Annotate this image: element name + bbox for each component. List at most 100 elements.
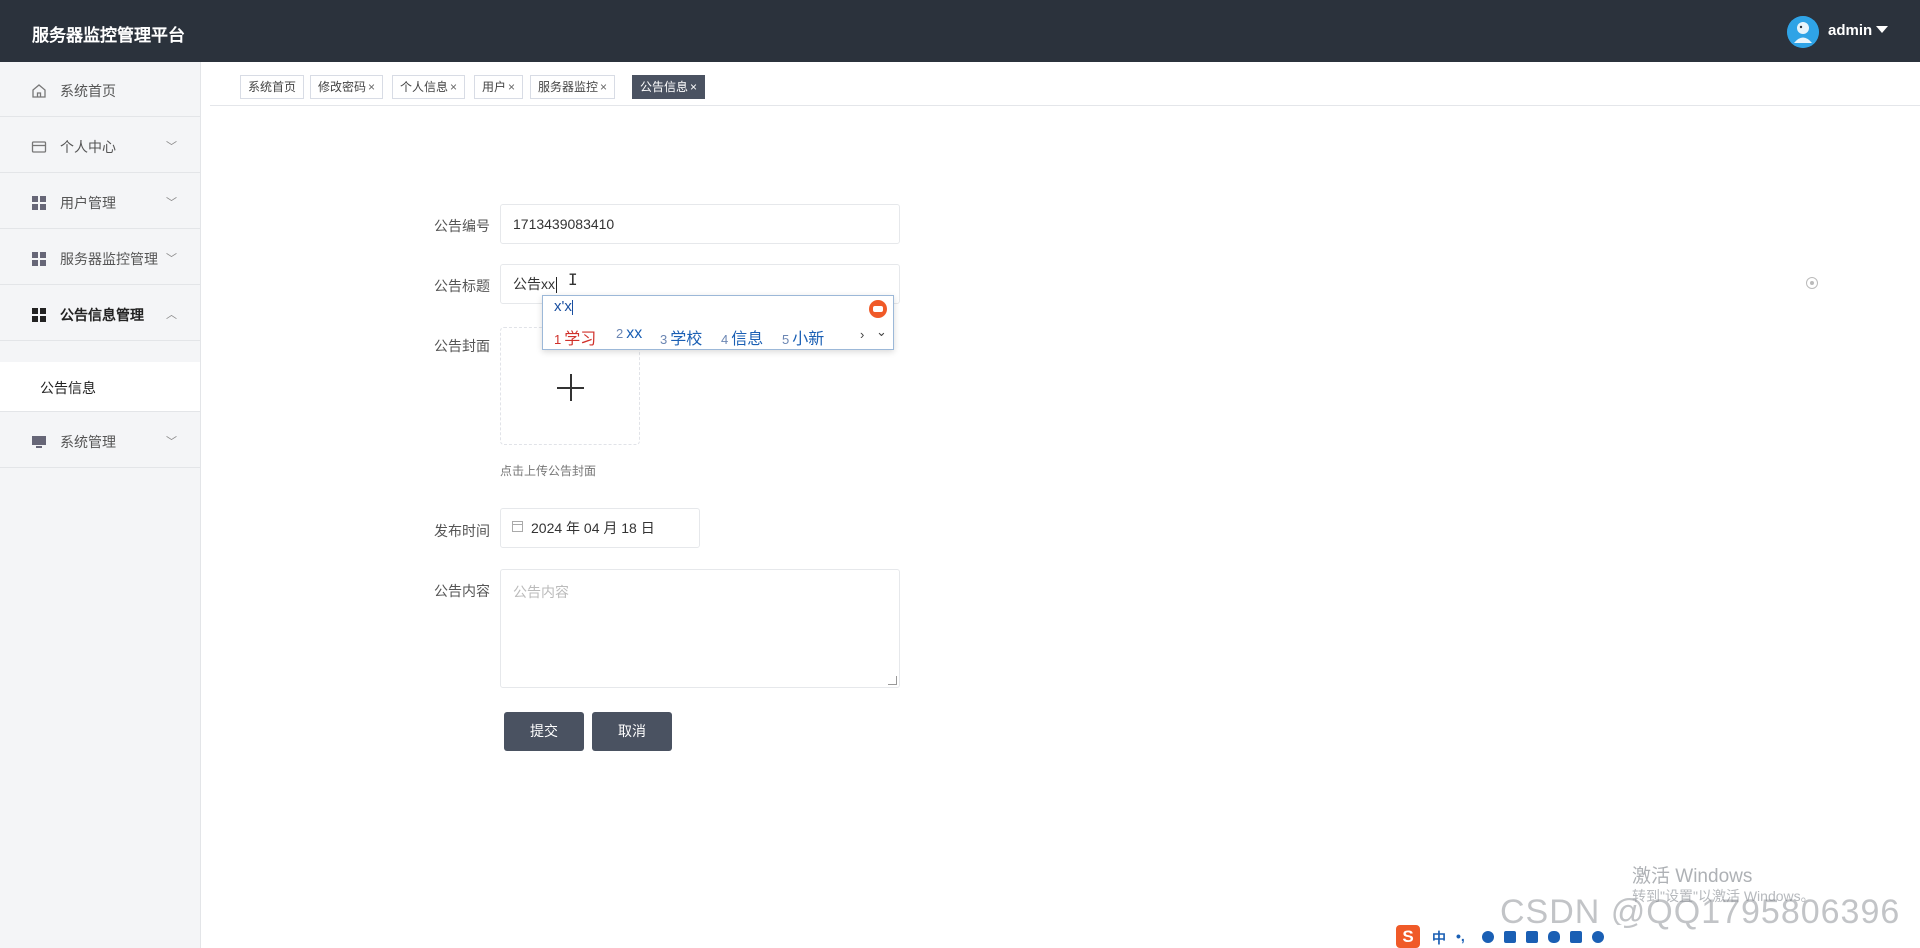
ime-candidate[interactable]: 4 信息 <box>721 325 763 349</box>
grid-icon <box>32 308 46 322</box>
candidate-number: 5 <box>782 332 790 347</box>
tab-label: 系统首页 <box>248 80 297 94</box>
chevron-up-icon: ︿ <box>166 309 177 321</box>
notice-number-input[interactable]: 1713439083410 <box>500 204 900 244</box>
chevron-down-icon: ﹀ <box>166 141 177 153</box>
ime-cursor <box>571 299 573 315</box>
chevron-down-icon[interactable]: ⌄ <box>876 324 887 340</box>
close-icon[interactable]: × <box>508 80 515 94</box>
tab-server-monitor[interactable]: 服务器监控 × <box>530 75 616 99</box>
number-label: 公告编号 <box>434 218 490 234</box>
ime-toolbar: S 中 •, <box>1394 925 1624 948</box>
publish-date-value: 2024 年 04 月 18 日 <box>531 520 655 536</box>
close-icon[interactable]: × <box>368 80 375 94</box>
tab-bar: 系统首页 修改密码 × 个人信息 × 用户 × 服务器监控 × 公告信息 × <box>210 62 1920 106</box>
apps-icon[interactable] <box>1570 931 1582 943</box>
tab-label: 用户 <box>482 80 507 94</box>
notice-content-textarea[interactable]: 公告内容 <box>500 569 900 688</box>
microphone-icon[interactable] <box>1482 931 1494 943</box>
user-name[interactable]: admin <box>1828 22 1872 39</box>
sidebar-item-label: 个人中心 <box>60 139 116 155</box>
cancel-button[interactable]: 取消 <box>592 712 672 751</box>
close-icon[interactable]: × <box>600 80 607 94</box>
publish-date-picker[interactable]: 2024 年 04 月 18 日 <box>500 508 700 548</box>
close-icon[interactable]: × <box>690 80 697 94</box>
calendar-icon <box>512 521 523 532</box>
tab-system-home[interactable]: 系统首页 <box>240 75 305 99</box>
text-cursor <box>556 277 557 294</box>
cover-label: 公告封面 <box>434 338 490 354</box>
activate-windows-title: 激活 Windows <box>1632 866 1753 887</box>
submit-button[interactable]: 提交 <box>504 712 584 751</box>
settings-icon[interactable] <box>1592 931 1604 943</box>
candidate-text: 学校 <box>670 331 703 348</box>
keyboard-icon[interactable] <box>1504 931 1516 943</box>
grid-icon <box>32 252 46 266</box>
chevron-down-icon: ﹀ <box>166 436 177 448</box>
clear-icon[interactable] <box>1806 277 1818 289</box>
monitor-icon <box>32 436 46 448</box>
upload-tip: 点击上传公告封面 <box>500 464 597 478</box>
app-title: 服务器监控管理平台 <box>32 26 185 45</box>
plus-icon <box>557 374 584 401</box>
sidebar-item-user-management[interactable]: 用户管理 ﹀ <box>0 174 200 229</box>
ibeam-cursor-icon: I <box>568 270 578 289</box>
candidate-text: 小新 <box>792 331 825 348</box>
ime-candidate[interactable]: 5 小新 <box>782 325 824 349</box>
tab-label: 服务器监控 <box>538 80 599 94</box>
wallet-icon <box>31 141 47 153</box>
sidebar-item-notice-management[interactable]: 公告信息管理 ︿ <box>0 286 200 341</box>
ime-candidate-popup: x'x 1 学习 2 xx 3 学校 4 信息 5 小新 › ⌄ <box>542 295 894 350</box>
tab-personal-info[interactable]: 个人信息 × <box>392 75 466 99</box>
top-header: 服务器监控管理平台 admin <box>0 0 1920 62</box>
sogou-skin-icon[interactable] <box>869 300 887 318</box>
ime-candidate[interactable]: 1 学习 <box>554 325 596 349</box>
notice-number-value: 1713439083410 <box>513 216 615 232</box>
chevron-right-icon[interactable]: › <box>860 327 864 342</box>
ime-candidate[interactable]: 2 xx <box>616 325 642 343</box>
sidebar-item-personal-center[interactable]: 个人中心 ﹀ <box>0 118 200 173</box>
sidebar-item-label: 系统管理 <box>60 434 116 450</box>
resize-handle-icon[interactable] <box>888 676 897 685</box>
grid-icon <box>32 196 46 210</box>
sogou-logo-icon[interactable]: S <box>1396 925 1420 948</box>
notice-title-value: 公告xx <box>513 276 555 292</box>
tab-user[interactable]: 用户 × <box>474 75 524 99</box>
ime-candidate[interactable]: 3 学校 <box>660 325 702 349</box>
user-avatar[interactable] <box>1787 16 1819 48</box>
candidate-text: 信息 <box>731 331 764 348</box>
publish-time-label: 发布时间 <box>434 523 490 539</box>
sidebar-subitem-notice-info[interactable]: 公告信息 <box>0 362 200 412</box>
punctuation-toggle[interactable]: •, <box>1456 928 1465 944</box>
tab-label: 公告信息 <box>640 80 689 94</box>
caret-down-icon[interactable] <box>1876 26 1888 33</box>
close-icon[interactable]: × <box>450 80 457 94</box>
sidebar-item-system-management[interactable]: 系统管理 ﹀ <box>0 413 200 468</box>
content-label: 公告内容 <box>434 583 490 599</box>
title-label: 公告标题 <box>434 278 490 294</box>
candidate-number: 4 <box>721 332 729 347</box>
tab-notice-info[interactable]: 公告信息 × <box>632 75 706 99</box>
sidebar-subitem-label: 公告信息 <box>40 380 96 396</box>
sidebar-item-label: 服务器监控管理 <box>60 251 158 267</box>
tab-label: 修改密码 <box>318 80 367 94</box>
tab-label: 个人信息 <box>400 80 449 94</box>
ime-lang-toggle[interactable]: 中 <box>1432 928 1446 948</box>
chevron-down-icon: ﹀ <box>166 253 177 265</box>
ime-composition-text: x'x <box>554 298 572 315</box>
robot-icon[interactable] <box>1548 931 1560 943</box>
sidebar-item-label: 系统首页 <box>60 83 116 99</box>
sidebar: 系统首页 个人中心 ﹀ 用户管理 ﹀ 服务器监控管理 ﹀ 公告信息管理 ︿ 公告… <box>0 62 201 948</box>
sidebar-item-label: 公告信息管理 <box>60 307 144 323</box>
candidate-text: 学习 <box>564 331 597 348</box>
tab-change-password[interactable]: 修改密码 × <box>310 75 384 99</box>
candidate-text: xx <box>626 325 643 342</box>
home-icon <box>32 84 46 98</box>
ime-composition: x'x <box>554 298 573 315</box>
avatar-image <box>1787 16 1819 48</box>
shirt-icon[interactable] <box>1526 931 1538 943</box>
candidate-number: 2 <box>616 326 624 341</box>
sidebar-item-home[interactable]: 系统首页 <box>0 62 200 117</box>
sidebar-item-server-monitor-management[interactable]: 服务器监控管理 ﹀ <box>0 230 200 285</box>
chevron-down-icon: ﹀ <box>166 197 177 209</box>
